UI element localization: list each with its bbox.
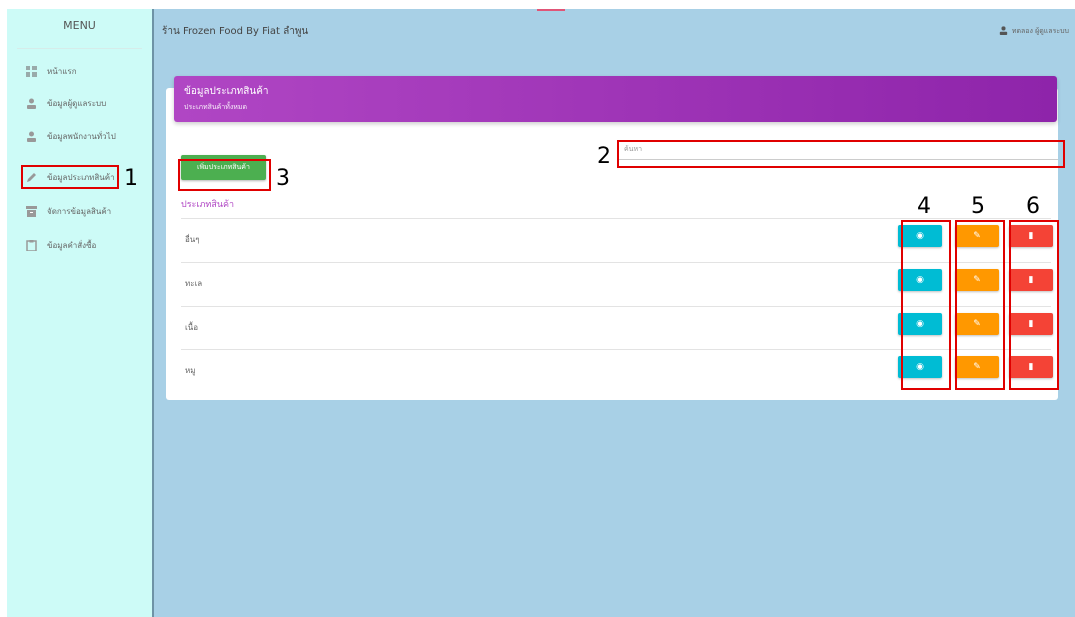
top-accent-line xyxy=(537,9,565,11)
user-icon xyxy=(25,97,37,109)
sidebar-item-admins[interactable]: ข้อมูลผู้ดูแลระบบ xyxy=(25,93,106,113)
card-title: ข้อมูลประเภทสินค้า xyxy=(184,86,269,97)
sidebar-item-employees[interactable]: ข้อมูลพนักงานทั่วไป xyxy=(25,126,116,146)
row-name: ทะเล xyxy=(185,279,203,288)
annotation-label: 6 xyxy=(1026,194,1040,219)
user-name: ทดลอง ผู้ดูแลระบบ xyxy=(1011,27,1069,35)
dashboard-icon xyxy=(25,65,37,77)
sidebar-item-label: ข้อมูลพนักงานทั่วไป xyxy=(47,131,116,141)
annotation-label: 2 xyxy=(597,144,611,169)
user-icon xyxy=(25,130,37,142)
row-name: หมู xyxy=(185,366,196,375)
sidebar: MENU หน้าแรก ข้อมูลผู้ดูแลระบบ ข้อมูลพนั… xyxy=(7,9,154,617)
archive-icon xyxy=(25,205,37,217)
row-name: เนื้อ xyxy=(185,323,199,332)
card-header: ข้อมูลประเภทสินค้า ประเภทสินค้าทั้งหมด xyxy=(174,76,1057,122)
sidebar-item-label: ข้อมูลคำสั่งซื้อ xyxy=(47,240,97,250)
annotation-box-delete xyxy=(1009,220,1059,390)
annotation-label: 4 xyxy=(917,194,931,219)
annotation-box-add xyxy=(178,159,271,191)
user-icon xyxy=(999,26,1008,37)
sidebar-item-orders[interactable]: ข้อมูลคำสั่งซื้อ xyxy=(25,235,96,255)
row-name: อื่นๆ xyxy=(185,235,200,244)
annotation-box-sidebar xyxy=(21,165,119,189)
annotation-label: 3 xyxy=(276,166,290,191)
menu-title: MENU xyxy=(17,9,142,49)
sidebar-item-label: ข้อมูลผู้ดูแลระบบ xyxy=(47,98,107,108)
sidebar-item-manage-products[interactable]: จัดการข้อมูลสินค้า xyxy=(25,201,111,221)
annotation-label: 5 xyxy=(971,194,985,219)
annotation-box-search xyxy=(617,140,1065,168)
card-subtitle: ประเภทสินค้าทั้งหมด xyxy=(184,103,248,111)
shop-title: ร้าน Frozen Food By Fiat ลำพูน xyxy=(162,26,309,37)
annotation-label: 1 xyxy=(124,166,138,191)
sidebar-item-home[interactable]: หน้าแรก xyxy=(25,61,77,81)
user-menu[interactable]: ทดลอง ผู้ดูแลระบบ xyxy=(999,26,1069,37)
annotation-box-edit xyxy=(955,220,1005,390)
clipboard-icon xyxy=(25,239,37,251)
sidebar-item-label: หน้าแรก xyxy=(47,66,77,76)
column-header: ประเภทสินค้า xyxy=(181,200,235,210)
sidebar-item-label: จัดการข้อมูลสินค้า xyxy=(47,206,112,216)
annotation-box-view xyxy=(901,220,951,390)
